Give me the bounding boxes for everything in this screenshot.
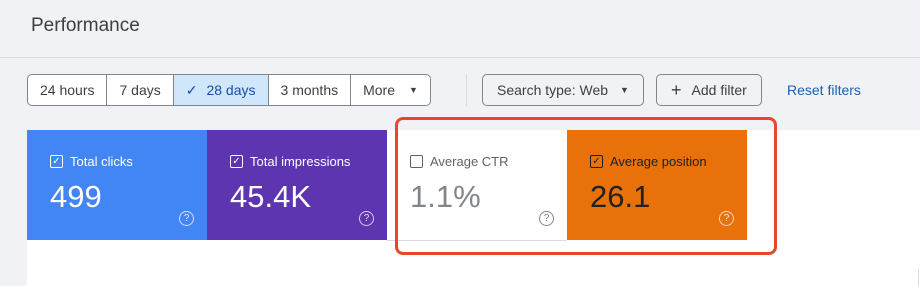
header-divider [0,57,920,58]
card-bottom-divider [387,240,567,241]
metric-value: 45.4K [230,179,312,214]
metric-card-total-impressions[interactable]: ✓ Total impressions 45.4K ? [207,130,387,240]
date-range-label: 7 days [119,82,161,98]
date-range-28-days[interactable]: ✓ 28 days [173,75,269,105]
reset-filters-link[interactable]: Reset filters [787,82,861,98]
panel-edge-line [918,270,919,286]
date-range-label: More [363,82,396,98]
metric-value: 1.1% [410,179,481,214]
help-icon[interactable]: ? [719,211,734,226]
add-filter-button[interactable]: + Add filter [656,74,762,106]
metric-header: ✓ Average position [590,154,707,169]
checkbox-checked-icon[interactable]: ✓ [590,155,603,168]
caret-down-icon: ▼ [409,85,418,95]
search-type-label: Search type: Web [497,82,609,98]
help-icon[interactable]: ? [179,211,194,226]
checkbox-checked-icon[interactable]: ✓ [50,155,63,168]
metric-header: ✓ Total clicks [50,154,133,169]
metric-label: Total clicks [70,154,133,169]
metric-card-average-ctr[interactable]: Average CTR 1.1% ? [387,130,567,240]
help-icon[interactable]: ? [359,211,374,226]
checkbox-checked-icon[interactable]: ✓ [230,155,243,168]
date-range-7-days[interactable]: 7 days [107,75,174,105]
date-range-label: 3 months [280,82,339,98]
caret-down-icon: ▼ [620,85,629,95]
date-range-label: 24 hours [40,82,95,98]
metric-label: Average CTR [430,154,509,169]
metric-label: Average position [610,154,707,169]
date-range-24-hours[interactable]: 24 hours [28,75,108,105]
date-range-more-dropdown[interactable]: More ▼ [351,75,430,105]
page-title: Performance [31,15,140,36]
add-filter-label: Add filter [691,82,747,98]
toolbar-separator [466,74,467,106]
date-range-segmented-control: 24 hours 7 days ✓ 28 days 3 months More … [27,74,431,106]
metric-value: 26.1 [590,179,651,214]
checkmark-icon: ✓ [185,81,198,98]
metric-header: ✓ Total impressions [230,154,350,169]
date-range-label: 28 days [206,82,256,98]
date-range-3-months[interactable]: 3 months [269,75,352,105]
metric-label: Total impressions [250,154,351,169]
metric-value: 499 [50,179,102,214]
help-icon[interactable]: ? [539,211,554,226]
checkbox-unchecked-icon[interactable] [410,155,423,168]
metric-card-average-position[interactable]: ✓ Average position 26.1 ? [567,130,747,240]
metric-header: Average CTR [410,154,509,169]
search-type-dropdown[interactable]: Search type: Web ▼ [482,74,644,106]
metric-card-total-clicks[interactable]: ✓ Total clicks 499 ? [27,130,207,240]
plus-icon: + [671,80,682,100]
